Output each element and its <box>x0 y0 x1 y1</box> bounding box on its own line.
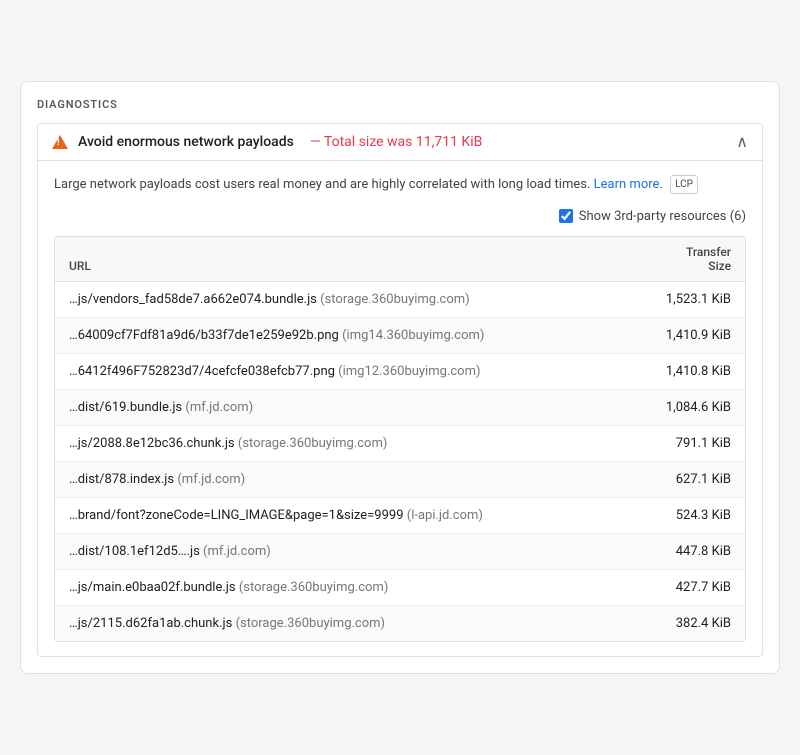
row-url: …64009cf7Fdf81a9d6/b33f7de1e259e92b.png … <box>69 328 651 343</box>
row-size: 1,410.9 KiB <box>651 328 731 343</box>
warning-icon <box>52 134 68 150</box>
table-row: …64009cf7Fdf81a9d6/b33f7de1e259e92b.png … <box>55 318 745 354</box>
table-row: …6412f496F752823d7/4cefcfe038efcb77.png … <box>55 354 745 390</box>
row-url-domain: (storage.360buyimg.com) <box>320 292 470 307</box>
row-url-path: …js/main.e0baa02f.bundle.js <box>69 580 236 595</box>
row-size: 627.1 KiB <box>651 472 731 487</box>
audit-title: Avoid enormous network payloads <box>78 134 294 150</box>
audit-section: Avoid enormous network payloads — Total … <box>37 123 763 657</box>
row-url-domain: (mf.jd.com) <box>177 472 245 487</box>
table-row: …js/2088.8e12bc36.chunk.js (storage.360b… <box>55 426 745 462</box>
table-row: …dist/619.bundle.js (mf.jd.com) 1,084.6 … <box>55 390 745 426</box>
row-url-path: …dist/619.bundle.js <box>69 400 182 415</box>
table-row: …js/main.e0baa02f.bundle.js (storage.360… <box>55 570 745 606</box>
row-url-domain: (l-api.jd.com) <box>407 508 483 523</box>
table-row: …js/2115.d62fa1ab.chunk.js (storage.360b… <box>55 606 745 641</box>
row-url-domain: (mf.jd.com) <box>185 400 253 415</box>
row-url: …js/main.e0baa02f.bundle.js (storage.360… <box>69 580 651 595</box>
chevron-icon: ∧ <box>736 134 748 150</box>
row-url-path: …64009cf7Fdf81a9d6/b33f7de1e259e92b.png <box>69 328 339 343</box>
row-url: …js/2088.8e12bc36.chunk.js (storage.360b… <box>69 436 651 451</box>
audit-header-left: Avoid enormous network payloads — Total … <box>52 134 482 150</box>
row-url-path: …js/2115.d62fa1ab.chunk.js <box>69 616 232 631</box>
row-url: …dist/619.bundle.js (mf.jd.com) <box>69 400 651 415</box>
row-size: 447.8 KiB <box>651 544 731 559</box>
row-url-domain: (img14.360buyimg.com) <box>342 328 484 343</box>
warning-triangle <box>52 135 68 149</box>
row-url: …dist/108.1ef12d5….js (mf.jd.com) <box>69 544 651 559</box>
row-url-domain: (img12.360buyimg.com) <box>338 364 480 379</box>
row-url-domain: (mf.jd.com) <box>203 544 271 559</box>
row-url-path: …js/2088.8e12bc36.chunk.js <box>69 436 235 451</box>
col-size-line1: Transfer <box>686 245 731 259</box>
table-rows: …js/vendors_fad58de7.a662e074.bundle.js … <box>55 282 745 641</box>
row-url: …dist/878.index.js (mf.jd.com) <box>69 472 651 487</box>
row-size: 1,523.1 KiB <box>651 292 731 307</box>
panel-title: DIAGNOSTICS <box>37 98 763 111</box>
row-url-path: …brand/font?zoneCode=LING_IMAGE&page=1&s… <box>69 508 404 523</box>
resource-table: URL Transfer Size …js/vendors_fad58de7.a… <box>54 236 746 642</box>
table-row: …dist/878.index.js (mf.jd.com) 627.1 KiB <box>55 462 745 498</box>
audit-description-text: Large network payloads cost users real m… <box>54 177 590 192</box>
learn-more-link[interactable]: Learn more <box>594 177 660 192</box>
row-url-path: …6412f496F752823d7/4cefcfe038efcb77.png <box>69 364 335 379</box>
table-row: …brand/font?zoneCode=LING_IMAGE&page=1&s… <box>55 498 745 534</box>
row-size: 427.7 KiB <box>651 580 731 595</box>
audit-description: Large network payloads cost users real m… <box>54 175 746 195</box>
third-party-checkbox-label[interactable]: Show 3rd-party resources (6) <box>559 209 746 224</box>
audit-header[interactable]: Avoid enormous network payloads — Total … <box>38 124 762 160</box>
row-url: …js/vendors_fad58de7.a662e074.bundle.js … <box>69 292 651 307</box>
row-url-domain: (storage.360buyimg.com) <box>236 616 386 631</box>
audit-body: Large network payloads cost users real m… <box>38 160 762 656</box>
checkbox-label-text: Show 3rd-party resources (6) <box>579 209 746 224</box>
row-size: 382.4 KiB <box>651 616 731 631</box>
row-url-path: …js/vendors_fad58de7.a662e074.bundle.js <box>69 292 317 307</box>
row-url-path: …dist/108.1ef12d5….js <box>69 544 200 559</box>
row-size: 524.3 KiB <box>651 508 731 523</box>
row-url: …js/2115.d62fa1ab.chunk.js (storage.360b… <box>69 616 651 631</box>
row-url-path: …dist/878.index.js <box>69 472 174 487</box>
row-url: …brand/font?zoneCode=LING_IMAGE&page=1&s… <box>69 508 651 523</box>
table-row: …js/vendors_fad58de7.a662e074.bundle.js … <box>55 282 745 318</box>
third-party-checkbox[interactable] <box>559 209 573 223</box>
row-size: 1,084.6 KiB <box>651 400 731 415</box>
lcp-badge: LCP <box>670 175 698 194</box>
diagnostics-panel: DIAGNOSTICS Avoid enormous network paylo… <box>20 81 780 674</box>
col-size-line2: Size <box>686 259 731 273</box>
row-url-domain: (storage.360buyimg.com) <box>238 436 388 451</box>
table-row: …dist/108.1ef12d5….js (mf.jd.com) 447.8 … <box>55 534 745 570</box>
row-size: 791.1 KiB <box>651 436 731 451</box>
audit-metric: — Total size was 11,711 KiB <box>310 134 483 150</box>
col-url-header: URL <box>69 259 91 273</box>
col-size-header: Transfer Size <box>686 245 731 273</box>
row-url: …6412f496F752823d7/4cefcfe038efcb77.png … <box>69 364 651 379</box>
controls-row: Show 3rd-party resources (6) <box>54 209 746 224</box>
table-header: URL Transfer Size <box>55 237 745 282</box>
row-size: 1,410.8 KiB <box>651 364 731 379</box>
row-url-domain: (storage.360buyimg.com) <box>239 580 389 595</box>
